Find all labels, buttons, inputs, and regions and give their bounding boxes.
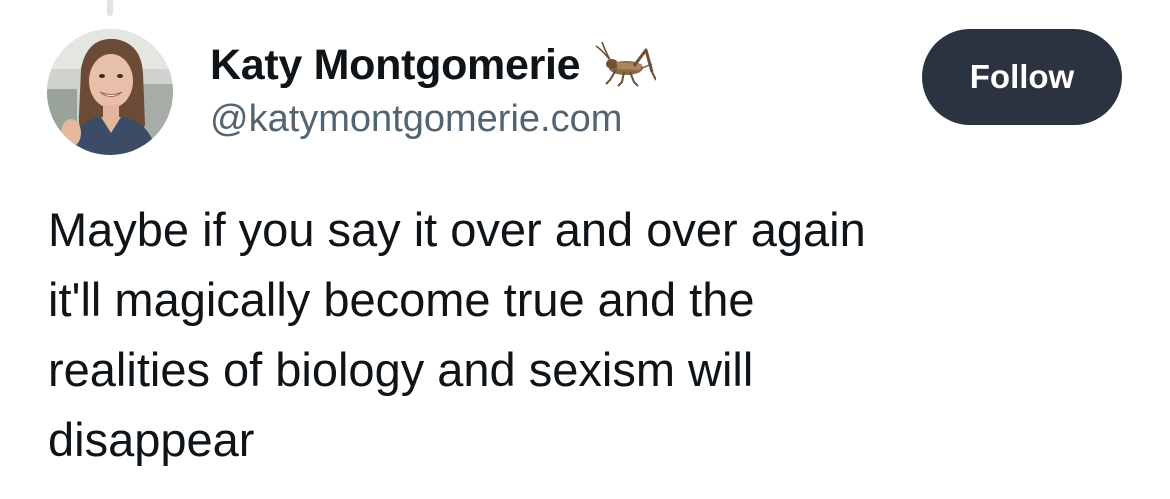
author-display-name[interactable]: Katy Montgomerie xyxy=(210,41,581,90)
author-name-row: Katy Montgomerie xyxy=(210,38,658,92)
author-handle[interactable]: @katymontgomerie.com xyxy=(210,98,656,141)
post-text-line: Maybe if you say it over and over again xyxy=(48,203,866,256)
post-text: Maybe if you say it over and over again … xyxy=(48,195,1128,475)
thread-connector-line xyxy=(107,0,113,16)
post-header: Katy Montgomerie @katymontgomerie.com xyxy=(210,38,658,141)
avatar[interactable] xyxy=(47,29,173,155)
avatar-photo xyxy=(47,29,173,155)
post-text-line: disappear xyxy=(48,413,255,466)
post-text-line: it'll magically become true and the xyxy=(48,273,755,326)
cricket-icon xyxy=(594,41,658,88)
post-text-line: realities of biology and sexism will xyxy=(48,343,754,396)
follow-button[interactable]: Follow xyxy=(922,29,1122,125)
